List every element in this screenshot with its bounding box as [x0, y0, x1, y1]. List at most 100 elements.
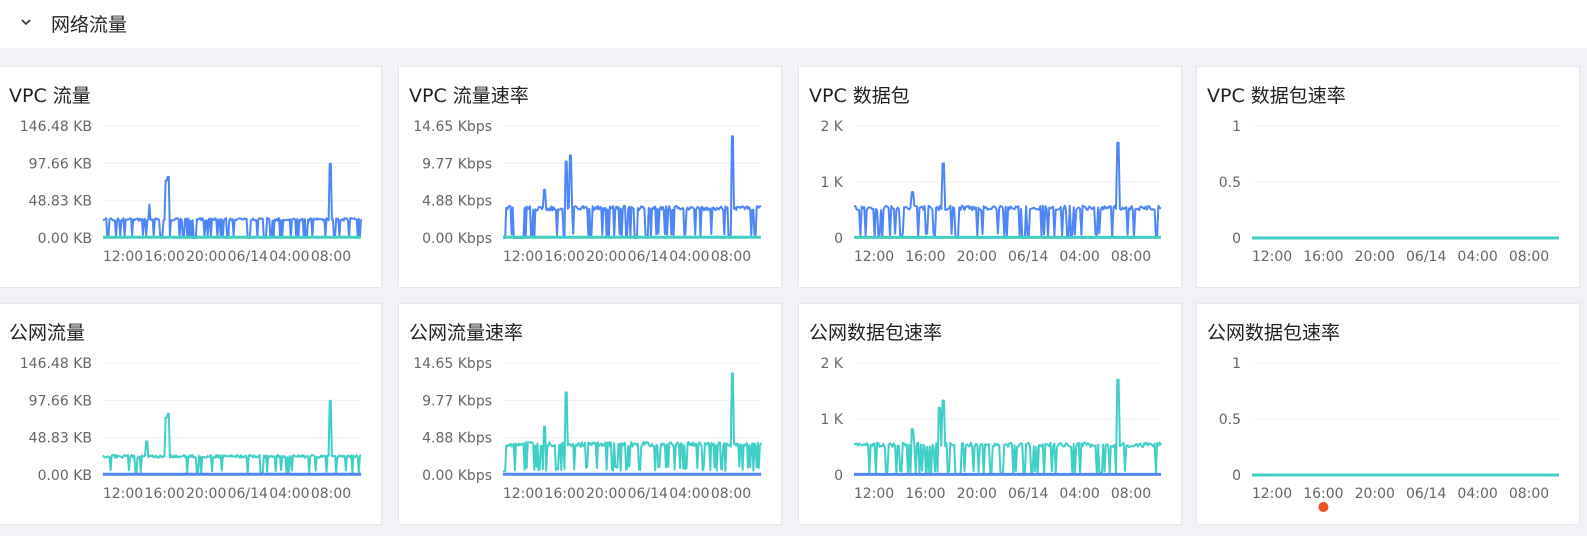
y-tick-label: 0	[1232, 231, 1241, 247]
y-tick-label: 4.88 Kbps	[422, 194, 492, 210]
x-tick-label: 12:00	[1252, 249, 1292, 265]
x-tick-label: 12:00	[503, 486, 543, 502]
x-tick-label: 06/14	[1406, 249, 1446, 265]
x-tick-label: 16:00	[905, 486, 945, 502]
y-tick-label: 1 K	[820, 412, 843, 428]
chart-svg[interactable]: 1 0.5 0 12:00 16:00 20:00 06/14 04:00 08:00	[1197, 67, 1581, 299]
y-tick-label: 146.48 KB	[20, 356, 92, 372]
chart-svg[interactable]: 2 K 1 K 0 12:00 16:00 20:00 06/14 04:00 08:00	[799, 304, 1183, 536]
x-tick-label: 08:00	[1111, 486, 1151, 502]
y-tick-label: 4.88 Kbps	[422, 431, 492, 447]
y-tick-label: 48.83 KB	[29, 431, 92, 447]
x-tick-label: 08:00	[1111, 249, 1151, 265]
x-tick-label: 12:00	[103, 249, 143, 265]
x-tick-label: 08:00	[311, 486, 351, 502]
chevron-down-icon[interactable]	[18, 14, 34, 30]
y-tick-label: 97.66 KB	[29, 156, 92, 172]
y-tick-label: 0.00 Kbps	[422, 231, 492, 247]
x-tick-label: 20:00	[1355, 249, 1395, 265]
series-line	[102, 399, 362, 474]
x-tick-label: 04:00	[1059, 486, 1099, 502]
x-tick-label: 12:00	[103, 486, 143, 502]
chart-card: VPC 流量 146.48 KB 97.66 KB 48.83 KB 0.00 KB 12…	[0, 66, 382, 288]
chart-card: VPC 流量速率 14.65 Kbps 9.77 Kbps 4.88 Kbps 0.00…	[398, 66, 782, 288]
series-line	[853, 378, 1162, 476]
x-tick-label: 16:00	[1303, 486, 1343, 502]
chart-svg[interactable]: 14.65 Kbps 9.77 Kbps 4.88 Kbps 0.00 Kbps 12:…	[399, 304, 783, 536]
x-tick-label: 06/14	[1008, 249, 1048, 265]
y-tick-label: 14.65 Kbps	[413, 119, 492, 135]
y-tick-label: 0	[834, 468, 843, 484]
y-tick-label: 0.00 Kbps	[422, 468, 492, 484]
x-tick-label: 12:00	[1252, 486, 1292, 502]
x-tick-label: 06/14	[228, 249, 268, 265]
chart-svg[interactable]: 146.48 KB 97.66 KB 48.83 KB 0.00 KB 12:00 16:…	[0, 304, 383, 536]
y-tick-label: 14.65 Kbps	[413, 356, 492, 372]
marker-dot	[1318, 502, 1329, 512]
x-tick-label: 04:00	[1059, 249, 1099, 265]
x-tick-label: 04:00	[1457, 486, 1497, 502]
x-tick-label: 08:00	[711, 486, 751, 502]
chart-card: VPC 数据包速率 1 0.5 0 12:00 16:00 20:00 06/14 04:00 0…	[1196, 66, 1580, 288]
chart-card: 公网数据包速率 2 K1 K 0 12:00 16:00 20:00 06/14 04:00 0…	[798, 303, 1182, 525]
y-tick-label: 2 K	[820, 119, 843, 135]
x-tick-label: 04:00	[269, 249, 309, 265]
y-tick-label: 97.66 KB	[29, 393, 92, 409]
x-tick-label: 04:00	[269, 486, 309, 502]
y-tick-label: 0.00 KB	[38, 231, 92, 247]
x-tick-label: 12:00	[854, 486, 894, 502]
x-tick-label: 16:00	[905, 249, 945, 265]
section-title: 网络流量	[51, 14, 128, 36]
y-tick-label: 48.83 KB	[29, 194, 92, 210]
x-tick-label: 08:00	[1509, 486, 1549, 502]
x-tick-label: 08:00	[311, 249, 351, 265]
x-tick-label: 04:00	[1457, 249, 1497, 265]
chart-card: 公网数据包速率 1 0.5 0 12:00 16:00 20:00 06/14 04:00 08:…	[1196, 303, 1580, 525]
x-tick-label: 16:00	[544, 249, 584, 265]
chart-card: 公网流量 146.48 KB 97.66 KB 48.83 KB 0.00 KB 12:0…	[0, 303, 382, 525]
y-tick-label: 0.5	[1219, 175, 1241, 191]
y-tick-label: 9.77 Kbps	[422, 156, 492, 172]
x-tick-label: 20:00	[586, 249, 626, 265]
series-line	[853, 141, 1162, 239]
x-tick-label: 16:00	[544, 486, 584, 502]
x-tick-label: 20:00	[957, 486, 997, 502]
x-tick-label: 08:00	[711, 249, 751, 265]
x-tick-label: 16:00	[1303, 249, 1343, 265]
y-tick-label: 0.5	[1219, 412, 1241, 428]
x-tick-label: 20:00	[186, 486, 226, 502]
x-tick-label: 04:00	[669, 249, 709, 265]
y-tick-label: 0.00 KB	[38, 468, 92, 484]
x-tick-label: 06/14	[628, 486, 668, 502]
y-tick-label: 9.77 Kbps	[422, 393, 492, 409]
y-tick-label: 0	[1232, 468, 1241, 484]
y-tick-label: 2 K	[820, 356, 843, 372]
x-tick-label: 04:00	[669, 486, 709, 502]
chart-svg[interactable]: 1 0.5 0 12:00 16:00 20:00 06/14 04:00 08:00	[1197, 304, 1581, 536]
x-tick-label: 16:00	[144, 249, 184, 265]
x-tick-label: 20:00	[1355, 486, 1395, 502]
y-tick-label: 146.48 KB	[20, 119, 92, 135]
x-tick-label: 20:00	[957, 249, 997, 265]
y-tick-label: 0	[834, 231, 843, 247]
chart-card: 公网流量速率 14.65 Kbps 9.77 Kbps 4.88 Kbps 0.00 K…	[398, 303, 782, 525]
x-tick-label: 06/14	[1406, 486, 1446, 502]
x-tick-label: 06/14	[628, 249, 668, 265]
section-header[interactable]: 网络流量	[0, 0, 1587, 48]
chart-svg[interactable]: 2 K 1 K 0 12:00 16:00 20:00 06/14 04:00 08:00	[799, 67, 1183, 299]
x-tick-label: 16:00	[144, 486, 184, 502]
y-tick-label: 1 K	[820, 175, 843, 191]
x-tick-label: 06/14	[228, 486, 268, 502]
series-line	[503, 372, 762, 473]
y-tick-label: 1	[1232, 119, 1241, 135]
chart-card: VPC 数据包 2 K1 K 0 12:00 16:00 20:00 06/14 04:00 0…	[798, 66, 1182, 288]
x-tick-label: 12:00	[854, 249, 894, 265]
x-tick-label: 06/14	[1008, 486, 1048, 502]
x-tick-label: 20:00	[586, 486, 626, 502]
chart-svg[interactable]: 14.65 Kbps 9.77 Kbps 4.88 Kbps 0.00 Kbps 12:…	[399, 67, 783, 299]
y-tick-label: 1	[1232, 356, 1241, 372]
series-line	[503, 135, 762, 239]
x-tick-label: 08:00	[1509, 249, 1549, 265]
chart-svg[interactable]: 146.48 KB 97.66 KB 48.83 KB 0.00 KB 12:00 16:…	[0, 67, 383, 299]
x-tick-label: 12:00	[503, 249, 543, 265]
